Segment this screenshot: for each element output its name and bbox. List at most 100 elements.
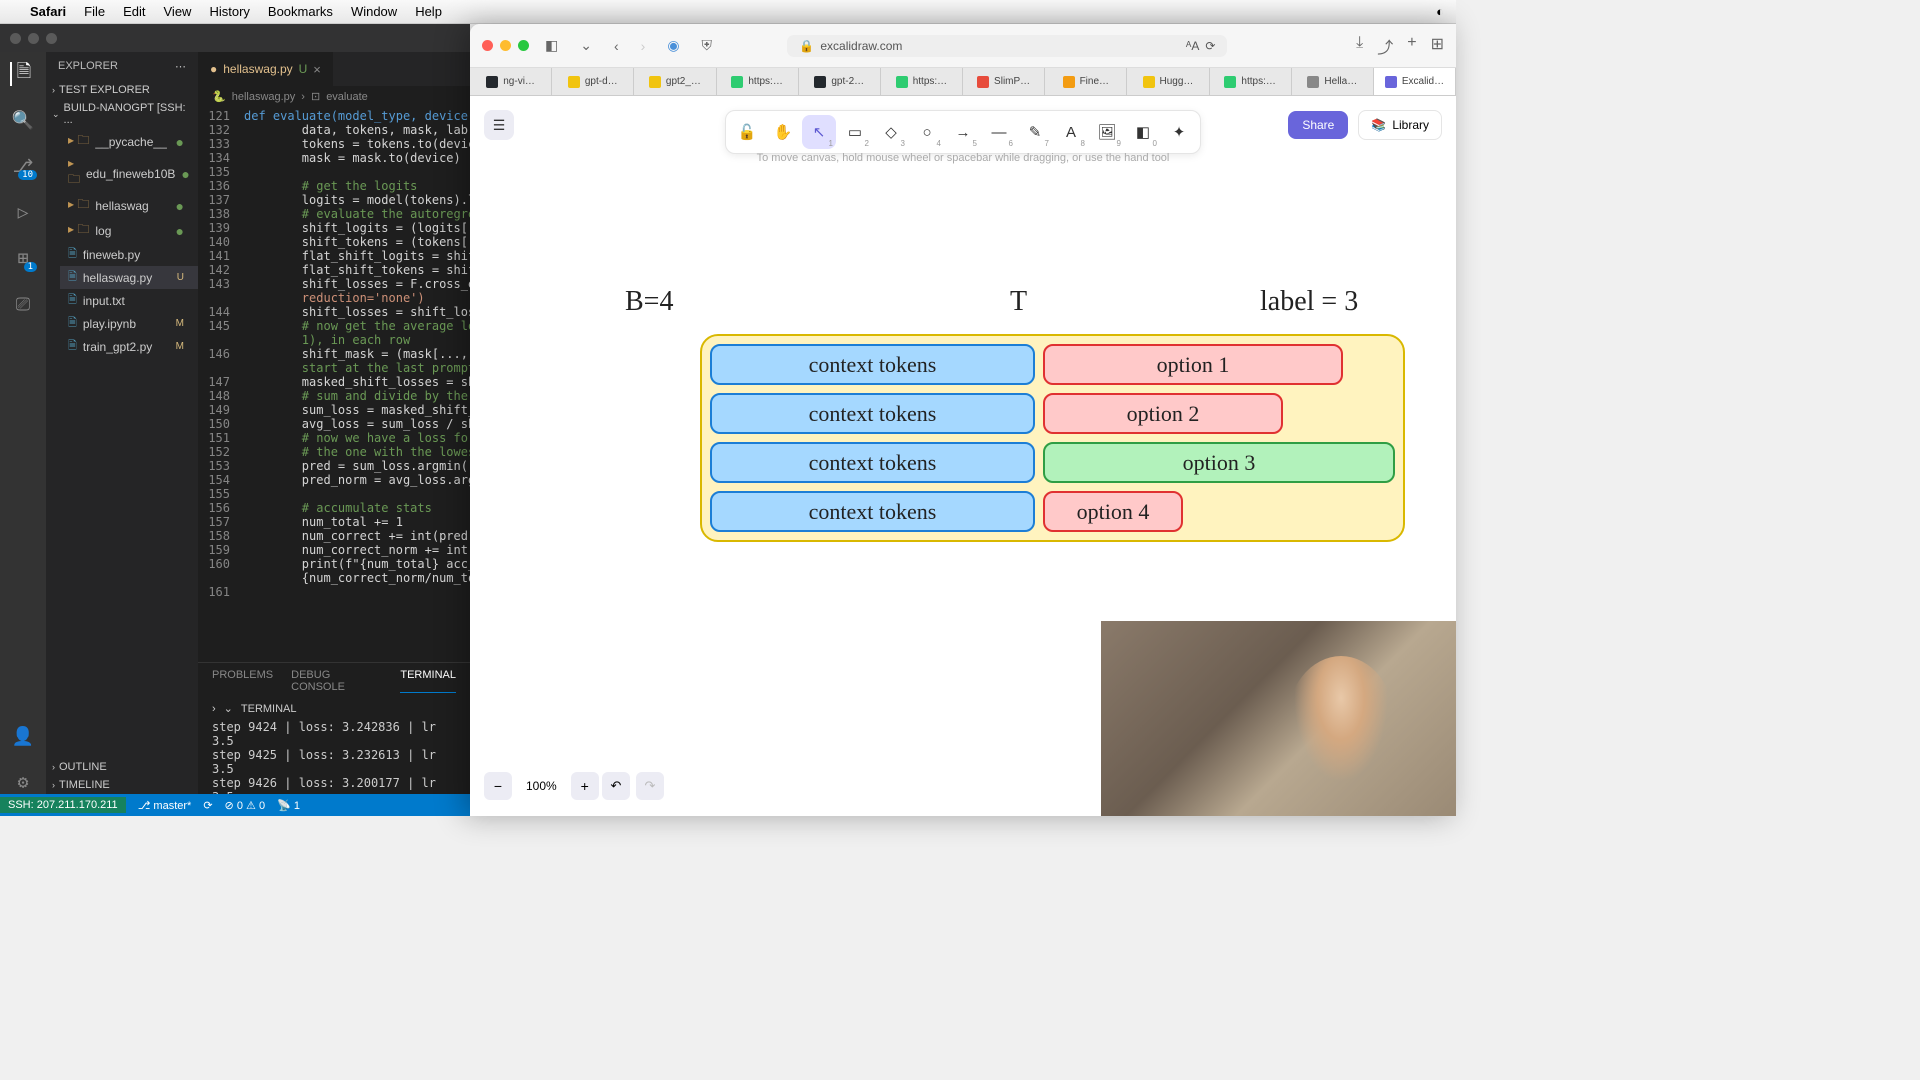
terminal-output[interactable]: step 9424 | loss: 3.242836 | lr 3.5step … — [198, 718, 470, 794]
line-tool-icon[interactable]: —6 — [982, 115, 1016, 149]
selection-tool-icon[interactable]: ↖1 — [802, 115, 836, 149]
zoom-level[interactable]: 100% — [520, 779, 563, 793]
context-box[interactable]: context tokens — [710, 344, 1035, 385]
browser-tab[interactable]: Hugg… — [1127, 68, 1209, 95]
terminal-tab[interactable]: TERMINAL — [400, 669, 456, 693]
project-section[interactable]: ⌄BUILD-NANOGPT [SSH: ... — [46, 99, 198, 129]
context-box[interactable]: context tokens — [710, 491, 1035, 532]
timeline-section[interactable]: ›TIMELINE — [46, 776, 198, 794]
option-1-box[interactable]: option 1 — [1043, 344, 1343, 385]
image-tool-icon[interactable]: 🖼9 — [1090, 115, 1124, 149]
tree-item[interactable]: ▸ 🗀edu_fineweb10B● — [60, 154, 198, 193]
tree-item[interactable]: 🗎input.txt — [60, 289, 198, 312]
option-4-box[interactable]: option 4 — [1043, 491, 1183, 532]
lock-tool-icon[interactable]: 🔓 — [730, 115, 764, 149]
browser-tab[interactable]: https:… — [1210, 68, 1292, 95]
ai-tool-icon[interactable]: ✦ — [1162, 115, 1196, 149]
tree-item[interactable]: 🗎fineweb.py — [60, 243, 198, 266]
arrow-tool-icon[interactable]: →5 — [946, 115, 980, 149]
menu-file[interactable]: File — [84, 4, 105, 19]
tree-item[interactable]: 🗎play.ipynbM — [60, 312, 198, 335]
hand-tool-icon[interactable]: ✋ — [766, 115, 800, 149]
token-grid[interactable]: context tokensoption 1 context tokensopt… — [700, 334, 1405, 542]
forward-icon[interactable]: › — [635, 36, 652, 56]
option-2-box[interactable]: option 2 — [1043, 393, 1283, 434]
eraser-tool-icon[interactable]: ◧0 — [1126, 115, 1160, 149]
ellipse-tool-icon[interactable]: ○4 — [910, 115, 944, 149]
undo-button[interactable]: ↶ — [602, 772, 630, 800]
explorer-icon[interactable]: 🗎 — [10, 62, 34, 86]
rectangle-tool-icon[interactable]: ▭2 — [838, 115, 872, 149]
browser-tab[interactable]: gpt2_… — [634, 68, 716, 95]
share-icon[interactable]: ⤴ — [1377, 34, 1393, 58]
tabs-overview-icon[interactable]: ⊞ — [1431, 34, 1444, 58]
outline-section[interactable]: ›OUTLINE — [46, 758, 198, 776]
browser-tab[interactable]: gpt-d… — [552, 68, 634, 95]
close-tab-icon[interactable]: × — [313, 62, 321, 77]
extensions-icon[interactable]: ⊞1 — [11, 246, 35, 270]
code-editor[interactable]: 121def evaluate(model_type, device)132 d… — [198, 107, 470, 662]
redo-button[interactable]: ↷ — [636, 772, 664, 800]
problems-tab[interactable]: PROBLEMS — [212, 669, 273, 693]
back-icon[interactable]: ‹ — [608, 36, 625, 56]
browser-tab[interactable]: Excalid… — [1374, 68, 1456, 95]
share-button[interactable]: Share — [1288, 111, 1348, 139]
source-control-icon[interactable]: ⎇10 — [11, 154, 35, 178]
run-debug-icon[interactable]: ▷ — [11, 200, 35, 224]
status-icon[interactable]: ◐ — [1436, 4, 1444, 19]
browser-tab[interactable]: https:… — [881, 68, 963, 95]
browser-tab[interactable]: Fine… — [1045, 68, 1127, 95]
reader-icon[interactable]: ᴬA — [1186, 39, 1199, 53]
app-name[interactable]: Safari — [30, 4, 66, 19]
tree-item[interactable]: ▸ 🗀hellaswag● — [60, 193, 198, 218]
library-button[interactable]: 📚 Library — [1358, 110, 1442, 140]
tree-item[interactable]: 🗎train_gpt2.pyM — [60, 335, 198, 358]
browser-tab[interactable]: Hella… — [1292, 68, 1374, 95]
privacy-icon[interactable]: ⛨ — [696, 35, 719, 56]
editor-tab[interactable]: ● hellaswag.py U × — [198, 52, 333, 86]
zoom-out-button[interactable]: − — [484, 772, 512, 800]
settings-gear-icon[interactable]: ⚙ — [11, 770, 35, 794]
new-tab-icon[interactable]: + — [1407, 34, 1416, 58]
test-explorer-section[interactable]: ›TEST EXPLORER — [46, 81, 198, 99]
option-3-box[interactable]: option 3 — [1043, 442, 1395, 483]
more-icon[interactable]: ⋯ — [175, 60, 186, 73]
diamond-tool-icon[interactable]: ◇3 — [874, 115, 908, 149]
ports-status[interactable]: 📡 1 — [277, 799, 300, 812]
menu-view[interactable]: View — [164, 4, 192, 19]
safari-traffic-lights[interactable] — [482, 40, 529, 51]
browser-tab[interactable]: https:… — [717, 68, 799, 95]
browser-tab[interactable]: SlimP… — [963, 68, 1045, 95]
vscode-traffic-lights[interactable] — [10, 33, 57, 44]
sync-icon[interactable]: ⟳ — [203, 799, 212, 812]
hamburger-menu-icon[interactable]: ☰ — [484, 110, 514, 140]
shield-icon[interactable]: ◉ — [661, 35, 685, 56]
account-icon[interactable]: 👤 — [11, 724, 35, 748]
errors-status[interactable]: ⊘ 0 ⚠ 0 — [225, 799, 266, 812]
remote-icon[interactable]: ⎚ — [11, 292, 35, 316]
downloads-icon[interactable]: ⤓ — [1356, 34, 1363, 58]
search-icon[interactable]: 🔍 — [11, 108, 35, 132]
menu-edit[interactable]: Edit — [123, 4, 145, 19]
browser-tab[interactable]: ng-vi… — [470, 68, 552, 95]
context-box[interactable]: context tokens — [710, 442, 1035, 483]
zoom-in-button[interactable]: + — [571, 772, 599, 800]
sidebar-toggle-icon[interactable]: ◧ — [539, 35, 564, 56]
menu-history[interactable]: History — [209, 4, 249, 19]
excalidraw-canvas[interactable]: ☰ 🔓 ✋ ↖1 ▭2 ◇3 ○4 →5 —6 ✎7 A8 🖼9 ◧0 ✦ Sh… — [470, 96, 1456, 816]
chevron-down-icon[interactable]: ⌄ — [574, 35, 598, 56]
debug-console-tab[interactable]: DEBUG CONSOLE — [291, 669, 382, 693]
address-bar[interactable]: 🔒 excalidraw.com ᴬA ⟳ — [787, 35, 1227, 57]
git-branch[interactable]: ⎇ master* — [138, 799, 192, 812]
reload-icon[interactable]: ⟳ — [1205, 39, 1215, 53]
breadcrumb[interactable]: 🐍hellaswag.py›⊡evaluate — [198, 86, 470, 107]
context-box[interactable]: context tokens — [710, 393, 1035, 434]
menu-help[interactable]: Help — [415, 4, 442, 19]
draw-tool-icon[interactable]: ✎7 — [1018, 115, 1052, 149]
browser-tab[interactable]: gpt-2… — [799, 68, 881, 95]
tree-item[interactable]: ▸ 🗀log● — [60, 218, 198, 243]
tree-item[interactable]: 🗎hellaswag.pyU — [60, 266, 198, 289]
menu-window[interactable]: Window — [351, 4, 397, 19]
menu-bookmarks[interactable]: Bookmarks — [268, 4, 333, 19]
tree-item[interactable]: ▸ 🗀__pycache__● — [60, 129, 198, 154]
